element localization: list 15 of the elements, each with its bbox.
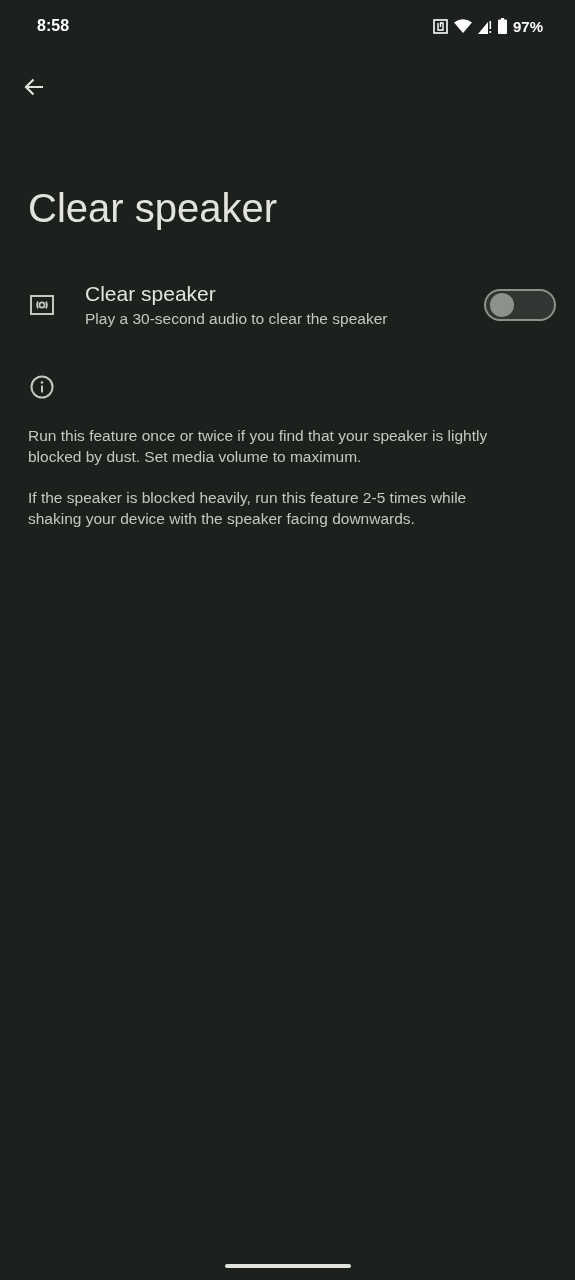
setting-title: Clear speaker: [85, 282, 217, 306]
battery-percent: 97%: [512, 17, 543, 35]
signal-icon: [477, 18, 492, 34]
info-paragraph: If the speaker is blocked heavily, run this feature 2-5 times while shaking your device with the speaker facing downwards.: [28, 488, 468, 529]
page-title: Clear speaker: [28, 185, 278, 232]
back-arrow-icon: [24, 78, 44, 96]
battery-icon: [497, 18, 507, 34]
info-icon: [30, 375, 54, 399]
setting-subtitle: Play a 30-second audio to clear the speaker: [85, 310, 389, 328]
status-time: 8:58: [37, 17, 70, 35]
nfc-icon: [432, 18, 448, 34]
wifi-icon: [453, 19, 472, 33]
toggle-switch[interactable]: [484, 289, 556, 321]
speaker-icon: [30, 295, 54, 315]
info-paragraph: Run this feature once or twice if you find that your speaker is lightly blocked by dust. Set media volume to maximum.: [28, 426, 489, 467]
